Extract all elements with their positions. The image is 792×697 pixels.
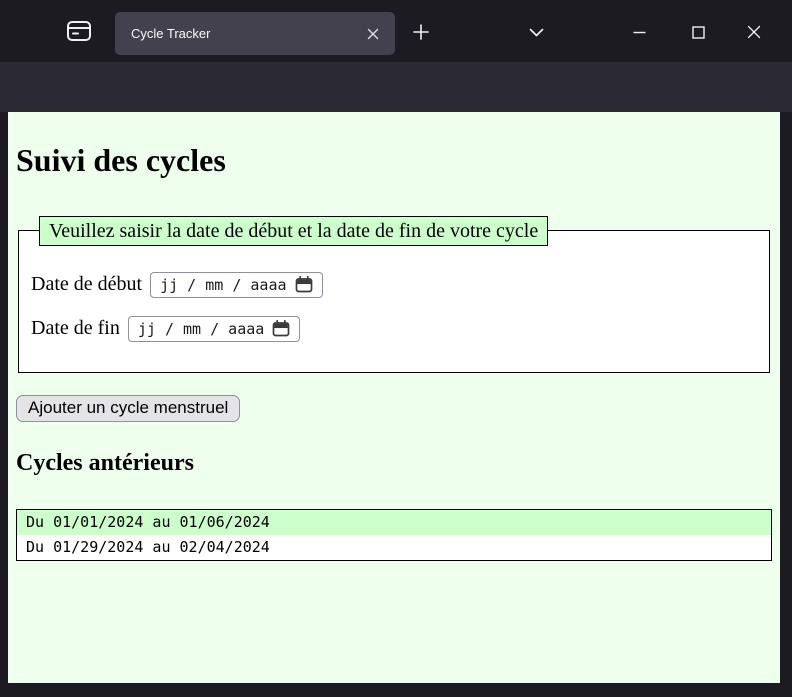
past-cycles-list: Du 01/01/2024 au 01/06/2024 Du 01/29/202… [16, 509, 772, 561]
form-legend: Veuillez saisir la date de début et la d… [39, 216, 548, 246]
page-title: Suivi des cycles [16, 142, 772, 179]
end-date-input[interactable]: jj / mm / aaaa [128, 316, 300, 342]
cycle-list-item: Du 01/01/2024 au 01/06/2024 [17, 510, 771, 535]
start-date-placeholder: jj / mm / aaaa [160, 276, 286, 294]
list-tabs-button[interactable] [519, 15, 553, 49]
end-date-label: Date de fin [31, 317, 120, 340]
window-minimize-button[interactable] [622, 15, 656, 49]
tab-title: Cycle Tracker [131, 26, 361, 41]
start-date-input[interactable]: jj / mm / aaaa [150, 272, 322, 298]
add-cycle-button[interactable]: Ajouter un cycle menstruel [16, 395, 240, 422]
browser-viewport: Suivi des cycles Veuillez saisir la date… [8, 112, 780, 683]
browser-window: { "browser": { "tab_title": "Cycle Track… [0, 0, 792, 697]
end-date-placeholder: jj / mm / aaaa [138, 320, 264, 338]
window-maximize-button[interactable] [681, 15, 715, 49]
calendar-icon [295, 276, 313, 293]
plus-icon [413, 24, 429, 40]
start-date-label: Date de début [31, 273, 142, 296]
close-icon [747, 25, 761, 39]
navigation-toolbar: https://mdn.github.io/pw A uO [0, 62, 792, 112]
new-cycle-fieldset: Veuillez saisir la date de début et la d… [18, 216, 770, 373]
window-close-button[interactable] [737, 15, 771, 49]
minimize-icon [633, 31, 646, 34]
cycle-list-item: Du 01/29/2024 au 02/04/2024 [17, 535, 771, 560]
close-icon [367, 28, 379, 40]
tab-cycle-tracker[interactable]: Cycle Tracker [115, 12, 395, 55]
tab-bar: Cycle Tracker [0, 0, 792, 62]
past-cycles-heading: Cycles antérieurs [16, 449, 772, 478]
start-date-row: Date de début jj / mm / aaaa [31, 272, 757, 298]
chevron-down-icon [529, 28, 544, 37]
cycle-tracker-page: Suivi des cycles Veuillez saisir la date… [8, 142, 780, 561]
firefox-view-icon [66, 19, 92, 43]
end-date-row: Date de fin jj / mm / aaaa [31, 316, 757, 342]
calendar-icon [272, 320, 290, 337]
tab-close-button[interactable] [361, 22, 385, 46]
new-tab-button[interactable] [404, 15, 438, 49]
firefox-view-button[interactable] [62, 14, 96, 48]
maximize-icon [692, 26, 705, 39]
